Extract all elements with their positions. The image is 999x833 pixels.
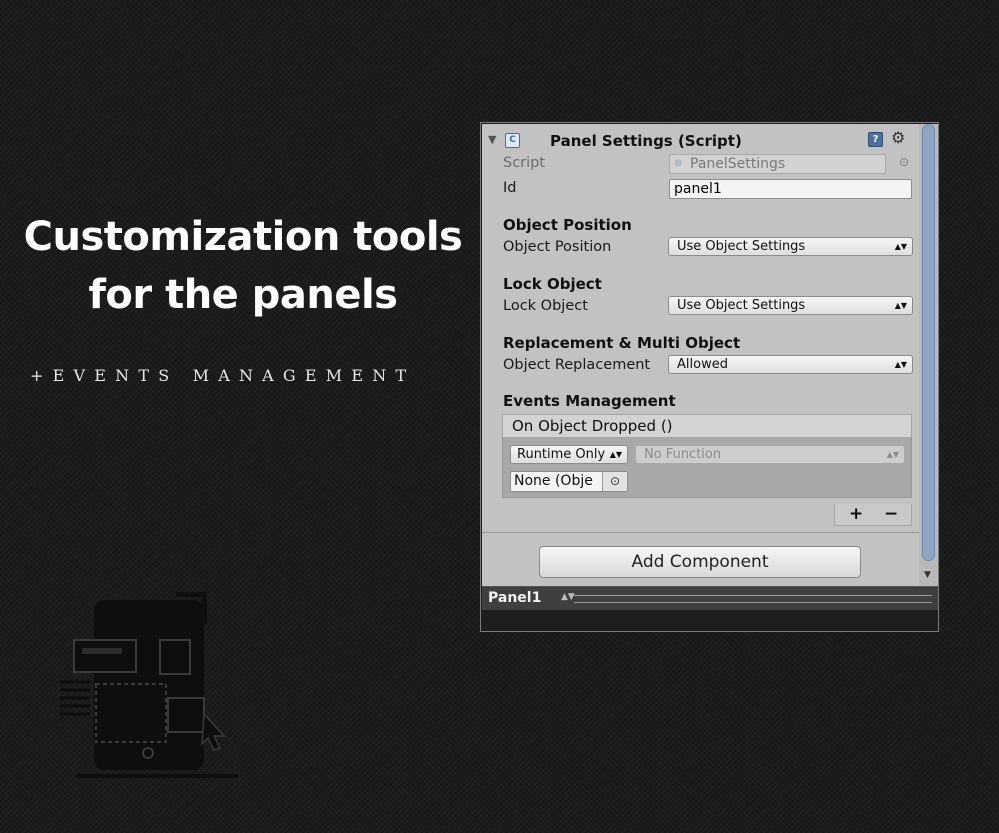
dropdown-arrows-icon: ▲▼ [886, 450, 899, 459]
dropdown-arrows-icon: ▲▼ [894, 242, 907, 251]
panel1-tab[interactable]: Panel1 [488, 590, 541, 606]
gear-icon[interactable]: ⚙ [891, 128, 905, 147]
bottom-tab-bar: Panel1 ▲▼ [482, 586, 938, 610]
panel-settings-component: ▼ C Panel Settings (Script) ? ⚙ Script ⊚… [482, 124, 919, 586]
tab-bar-divider [574, 595, 932, 603]
triangle-down-icon[interactable]: ▼ [488, 133, 496, 146]
event-listener-list: Runtime Only ▲▼ No Function ▲▼ None (Obj… [502, 438, 912, 498]
script-field-value: PanelSettings [690, 156, 786, 172]
scroll-down-arrow-icon[interactable]: ▼ [924, 570, 931, 580]
id-label: Id [503, 180, 517, 196]
lock-object-label: Lock Object [503, 298, 588, 314]
headline-line-1: Customization tools [23, 214, 463, 260]
object-replacement-label: Object Replacement [503, 357, 651, 373]
cs-script-icon: C [505, 133, 520, 148]
object-position-dropdown[interactable]: Use Object Settings ▲▼ [668, 237, 913, 256]
tab-dropdown-arrows-icon[interactable]: ▲▼ [561, 592, 575, 602]
event-target-object-value: None (Obje [514, 473, 593, 489]
runtime-mode-value: Runtime Only [517, 447, 606, 462]
object-position-header: Object Position [503, 216, 632, 234]
object-position-label: Object Position [503, 239, 612, 255]
help-book-icon[interactable]: ? [868, 132, 883, 147]
headline: Customization tools for the panels [0, 208, 486, 324]
mobile-app-editing-icon [60, 592, 238, 778]
scrollbar-thumb[interactable] [922, 124, 935, 561]
component-divider [482, 532, 919, 533]
events-management-header: Events Management [503, 392, 676, 410]
on-object-dropped-event: On Object Dropped () [502, 414, 912, 438]
dropdown-arrows-icon: ▲▼ [894, 301, 907, 310]
add-listener-button[interactable]: + [849, 504, 863, 524]
remove-listener-button[interactable]: − [884, 504, 898, 524]
script-label: Script [503, 155, 546, 171]
list-add-remove-controls: + − [834, 504, 912, 526]
dropdown-arrows-icon: ▲▼ [894, 360, 907, 369]
lock-object-dropdown[interactable]: Use Object Settings ▲▼ [668, 296, 913, 315]
component-title: Panel Settings (Script) [550, 132, 742, 150]
lock-object-value: Use Object Settings [677, 298, 806, 313]
script-field: ⊚ PanelSettings [669, 154, 886, 174]
inspector-window: ▼ C Panel Settings (Script) ? ⚙ Script ⊚… [480, 122, 939, 632]
script-file-icon: ⊚ [674, 158, 683, 169]
subline: +EVENTS MANAGEMENT [30, 366, 416, 385]
object-replacement-dropdown[interactable]: Allowed ▲▼ [668, 355, 913, 374]
object-replacement-value: Allowed [677, 357, 728, 372]
object-position-value: Use Object Settings [677, 239, 806, 254]
dropdown-arrows-icon: ▲▼ [609, 450, 622, 459]
headline-line-2: for the panels [88, 272, 398, 318]
id-input[interactable] [669, 179, 912, 199]
function-value: No Function [644, 447, 722, 462]
replacement-header: Replacement & Multi Object [503, 334, 741, 352]
object-picker-icon[interactable]: ⊙ [602, 472, 627, 491]
lock-object-header: Lock Object [503, 275, 602, 293]
inspector-scrollbar[interactable]: ▼ [919, 124, 938, 586]
function-dropdown[interactable]: No Function ▲▼ [635, 445, 905, 464]
object-picker-icon[interactable]: ⊙ [899, 155, 909, 169]
add-component-button[interactable]: Add Component [539, 546, 861, 578]
runtime-mode-dropdown[interactable]: Runtime Only ▲▼ [510, 445, 628, 464]
